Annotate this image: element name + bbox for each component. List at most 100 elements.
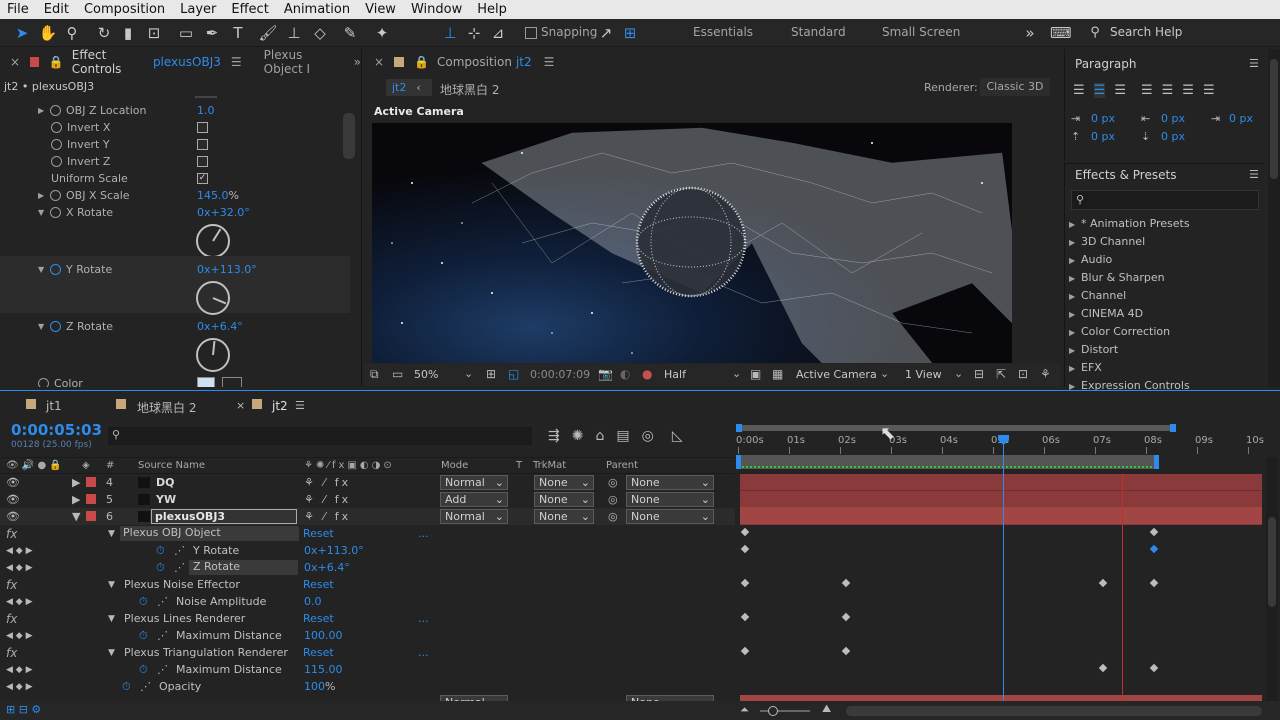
close-tab-icon[interactable]: × bbox=[236, 399, 245, 412]
layer-switches[interactable]: ⚘ ⁄ fx bbox=[304, 510, 351, 523]
menu-help[interactable]: Help bbox=[470, 2, 515, 17]
frame-blending-icon[interactable]: ▤ bbox=[616, 428, 629, 444]
space-before-value[interactable]: 0 px bbox=[1091, 130, 1115, 143]
category-animation-presets[interactable]: ▶ * Animation Presets bbox=[1069, 215, 1190, 233]
comp-mini-flowchart-icon[interactable]: ⇶ bbox=[548, 428, 560, 444]
pan-behind-tool-icon[interactable]: ⊡ bbox=[144, 23, 164, 43]
keyframe[interactable] bbox=[740, 544, 750, 554]
layer-switches-toggle-icon[interactable]: ⊞ ⊟ ⚙ bbox=[6, 703, 41, 716]
eye-icon[interactable]: 👁 bbox=[6, 493, 20, 506]
prop-row-z-rotate[interactable]: ▼ Z Rotate 0x+6.4° bbox=[0, 318, 358, 335]
transparency-grid-icon[interactable]: ▦ bbox=[772, 367, 783, 381]
zoom-tool-icon[interactable]: ⚲ bbox=[62, 23, 82, 43]
menu-animation[interactable]: Animation bbox=[277, 2, 358, 17]
current-timecode[interactable]: 0:00:05:03 bbox=[11, 421, 102, 439]
stopwatch-active-icon[interactable]: ⏱ bbox=[156, 561, 165, 575]
expand-triangle-icon[interactable]: ▶ bbox=[38, 191, 50, 200]
zoom-chevron-icon[interactable]: ⌄ bbox=[464, 367, 473, 380]
zoom-slider[interactable] bbox=[760, 706, 810, 716]
effect-name[interactable]: Plexus Triangulation Renderer bbox=[124, 646, 288, 659]
composition-tab[interactable]: Composition bbox=[437, 55, 512, 69]
shy-layers-icon[interactable]: ⌂ bbox=[595, 428, 604, 444]
eraser-tool-icon[interactable]: ◇ bbox=[310, 23, 330, 43]
right-scrollbar[interactable] bbox=[1268, 49, 1280, 387]
stopwatch-active-icon[interactable]: ⏱ bbox=[139, 595, 148, 609]
timeline-scrollbar[interactable] bbox=[1266, 457, 1278, 701]
collapse-triangle-icon[interactable]: ▼ bbox=[108, 580, 115, 590]
category-efx[interactable]: ▶ EFX bbox=[1069, 359, 1190, 377]
camera-tool-icon[interactable]: ▮ bbox=[118, 23, 138, 43]
category-distort[interactable]: ▶ Distort bbox=[1069, 341, 1190, 359]
stopwatch-active-icon[interactable]: ⏱ bbox=[122, 680, 131, 694]
justify-right-icon[interactable]: ☰ bbox=[1182, 83, 1194, 98]
property-row[interactable]: ◀ ◆ ▶ ⏱ ⋰ Maximum Distance 100.00 bbox=[0, 627, 735, 644]
invert-x-checkbox[interactable] bbox=[197, 122, 208, 133]
collapse-triangle-icon[interactable]: ▼ bbox=[108, 648, 115, 658]
trkmat-dropdown[interactable]: None ⌄ bbox=[534, 475, 594, 490]
plexus-object-tab[interactable]: Plexus Object I bbox=[264, 48, 342, 76]
toggle-pixel-aspect-icon[interactable]: ⊟ bbox=[974, 367, 984, 381]
lock-icon[interactable]: 🔒 bbox=[49, 55, 64, 69]
label-color[interactable] bbox=[86, 477, 96, 487]
horizontal-scrollbar[interactable] bbox=[846, 706, 1262, 716]
effect-row[interactable]: fx ▼ Plexus OBJ Object Reset ... bbox=[0, 525, 735, 542]
collapse-triangle-icon[interactable]: ▼ bbox=[108, 529, 115, 539]
mode-dropdown[interactable]: Normal ⌄ bbox=[440, 509, 508, 524]
graph-editor-icon[interactable]: ◺ bbox=[672, 428, 683, 444]
effect-row[interactable]: fx ▼ Plexus Triangulation Renderer Reset… bbox=[0, 644, 735, 661]
panel-menu-icon[interactable]: ☰ bbox=[231, 55, 242, 69]
keyframe[interactable] bbox=[1098, 663, 1108, 673]
zoom-dropdown[interactable]: 50% bbox=[414, 368, 438, 381]
space-after-value[interactable]: 0 px bbox=[1161, 130, 1185, 143]
rotate-tool-icon[interactable]: ↻ bbox=[94, 23, 114, 43]
panel-menu-icon[interactable]: ☰ bbox=[1249, 57, 1259, 70]
keyframe-nav-icon[interactable]: ◀ ◆ ▶ bbox=[6, 546, 33, 556]
camera-view-dropdown[interactable]: Active Camera bbox=[796, 368, 877, 381]
indent-left-value[interactable]: 0 px bbox=[1091, 112, 1115, 125]
graph-icon[interactable]: ⋰ bbox=[157, 595, 168, 608]
collapse-triangle-icon[interactable]: ▼ bbox=[38, 265, 50, 274]
stopwatch-icon[interactable] bbox=[38, 378, 49, 387]
renderer-dropdown[interactable]: Classic 3D bbox=[980, 78, 1050, 96]
selection-tool-icon[interactable]: ➤ bbox=[12, 23, 32, 43]
indent-right-value[interactable]: 0 px bbox=[1161, 112, 1185, 125]
effect-options-link[interactable]: ... bbox=[418, 527, 429, 540]
comp-crumb-child[interactable]: 地球黑白 2 bbox=[440, 81, 499, 98]
safe-zones-icon[interactable]: ⊞ bbox=[486, 367, 496, 381]
keyframe-nav-icon[interactable]: ◀ ◆ ▶ bbox=[6, 631, 33, 641]
indent-first-value[interactable]: 0 px bbox=[1229, 112, 1253, 125]
keyframe-nav-icon[interactable]: ◀ ◆ ▶ bbox=[6, 682, 33, 692]
keyframe-area[interactable] bbox=[736, 525, 1266, 695]
pick-whip-icon[interactable]: ◎ bbox=[608, 510, 618, 523]
source-name-header[interactable]: Source Name bbox=[138, 460, 205, 471]
layer-name[interactable]: YW bbox=[156, 493, 176, 506]
effect-name[interactable]: Plexus OBJ Object bbox=[120, 526, 299, 541]
tab-earth[interactable]: 地球黑白 2 bbox=[137, 399, 196, 416]
effect-options-link[interactable]: ... bbox=[418, 612, 429, 625]
keyframe[interactable] bbox=[1098, 578, 1108, 588]
invert-z-checkbox[interactable] bbox=[197, 156, 208, 167]
pick-whip-icon[interactable]: ◎ bbox=[608, 493, 618, 506]
category-blur-sharpen[interactable]: ▶ Blur & Sharpen bbox=[1069, 269, 1190, 287]
snap-grid-icon[interactable]: ⊞ bbox=[620, 23, 640, 43]
graph-icon[interactable]: ⋰ bbox=[157, 663, 168, 676]
trkmat-dropdown[interactable]: None ⌄ bbox=[534, 509, 594, 524]
timeline-search-input[interactable]: ⚲ bbox=[108, 427, 532, 445]
menu-effect[interactable]: Effect bbox=[224, 2, 276, 17]
keyframe[interactable] bbox=[1149, 663, 1159, 673]
timeline-icon[interactable]: ⊡ bbox=[1018, 367, 1028, 381]
effect-reset-link[interactable]: Reset bbox=[303, 527, 334, 540]
menu-composition[interactable]: Composition bbox=[77, 2, 173, 17]
mode-dropdown[interactable]: Add ⌄ bbox=[440, 492, 508, 507]
obj-x-scale-value[interactable]: 145.0 bbox=[197, 189, 229, 202]
collapse-triangle-icon[interactable]: ▼ bbox=[108, 614, 115, 624]
category-3d-channel[interactable]: ▶ 3D Channel bbox=[1069, 233, 1190, 251]
prop-row-obj-x-scale[interactable]: ▶ OBJ X Scale 145.0% bbox=[0, 187, 358, 204]
view-layout-dropdown[interactable]: 1 View bbox=[905, 368, 942, 381]
menu-edit[interactable]: Edit bbox=[37, 2, 77, 17]
collapse-triangle-icon[interactable]: ▼ bbox=[72, 510, 80, 523]
label-color[interactable] bbox=[86, 511, 96, 521]
puppet-pin-tool-icon[interactable]: ✦ bbox=[372, 23, 392, 43]
graph-icon[interactable]: ⋰ bbox=[174, 561, 185, 574]
stopwatch-active-icon[interactable] bbox=[50, 264, 61, 275]
